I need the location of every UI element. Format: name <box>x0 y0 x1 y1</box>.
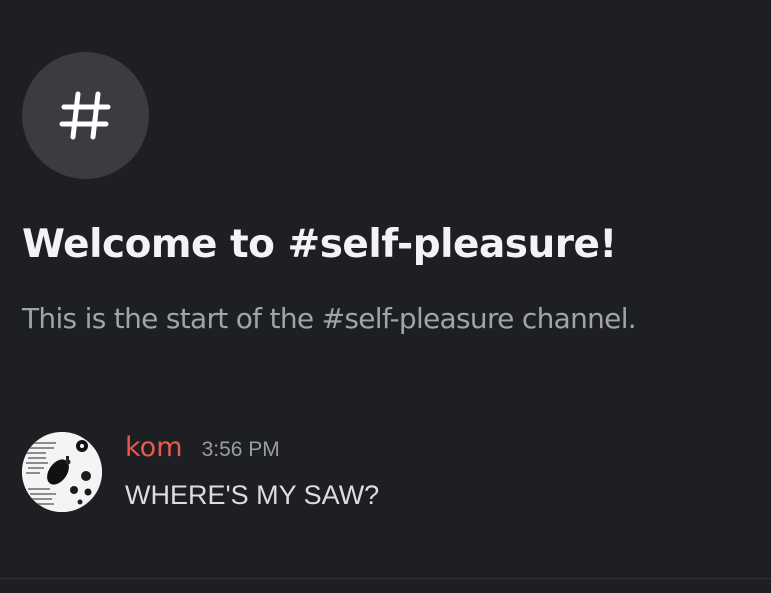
hashtag-icon <box>59 91 111 140</box>
message-timestamp: 3:56 PM <box>201 438 280 461</box>
bottom-divider <box>0 578 771 579</box>
message-author[interactable]: kom <box>125 432 183 463</box>
message-header: kom 3:56 PM <box>125 432 280 466</box>
welcome-subtitle: This is the start of the #self-pleasure … <box>22 302 637 335</box>
welcome-title: Welcome to #self-pleasure! <box>22 222 617 267</box>
message-content: WHERE'S MY SAW? <box>125 480 380 510</box>
avatar[interactable] <box>22 432 102 512</box>
message-item: kom 3:56 PM WHERE'S MY SAW? <box>22 432 762 516</box>
channel-icon-circle <box>22 52 149 179</box>
